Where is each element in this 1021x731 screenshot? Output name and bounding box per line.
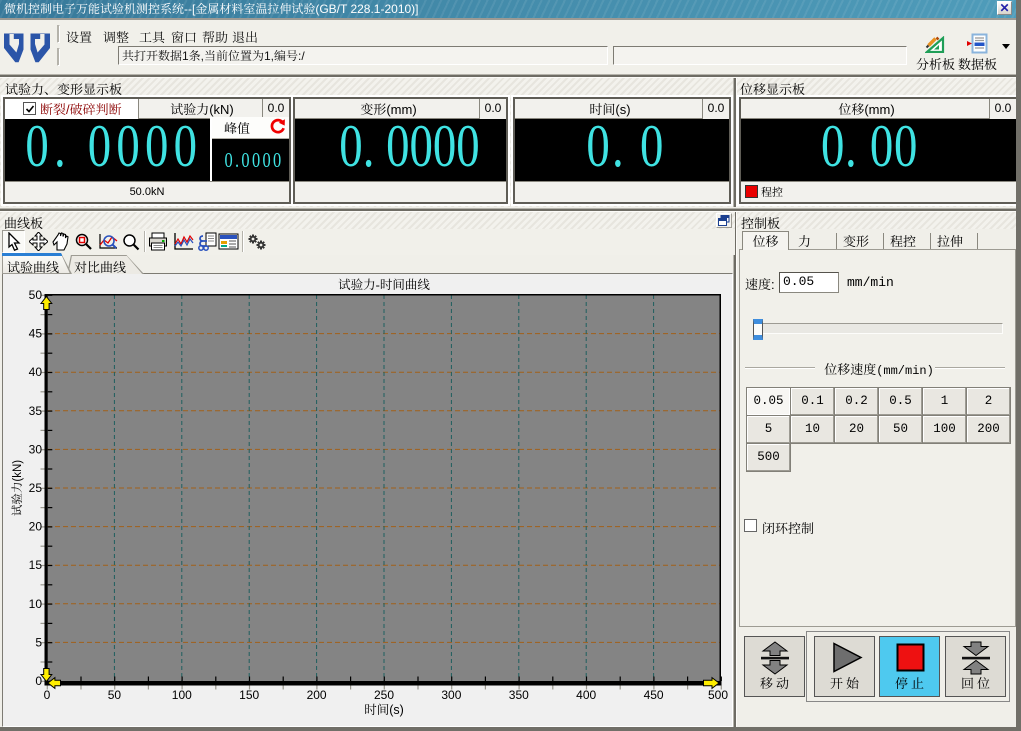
svg-text:0: 0 — [35, 674, 42, 688]
svg-text:400: 400 — [576, 688, 596, 702]
svg-text:试验力(kN): 试验力(kN) — [9, 460, 25, 516]
svg-text:500: 500 — [708, 688, 728, 702]
svg-text:100: 100 — [172, 688, 192, 702]
svg-text:试验力-时间曲线: 试验力-时间曲线 — [338, 275, 430, 293]
svg-text:300: 300 — [441, 688, 461, 702]
svg-text:35: 35 — [29, 404, 43, 418]
svg-text:10: 10 — [29, 597, 43, 611]
svg-text:350: 350 — [509, 688, 529, 702]
svg-text:450: 450 — [644, 688, 664, 702]
svg-text:150: 150 — [239, 688, 259, 702]
svg-text:50: 50 — [29, 288, 43, 302]
svg-text:0: 0 — [44, 688, 51, 702]
svg-text:时间(s): 时间(s) — [364, 700, 404, 718]
svg-text:45: 45 — [29, 327, 43, 341]
svg-text:20: 20 — [29, 520, 43, 534]
svg-text:25: 25 — [29, 481, 43, 495]
svg-text:15: 15 — [29, 558, 43, 572]
svg-text:200: 200 — [307, 688, 327, 702]
svg-text:50: 50 — [108, 688, 122, 702]
svg-text:5: 5 — [35, 635, 42, 649]
svg-text:40: 40 — [29, 365, 43, 379]
svg-text:30: 30 — [29, 442, 43, 456]
